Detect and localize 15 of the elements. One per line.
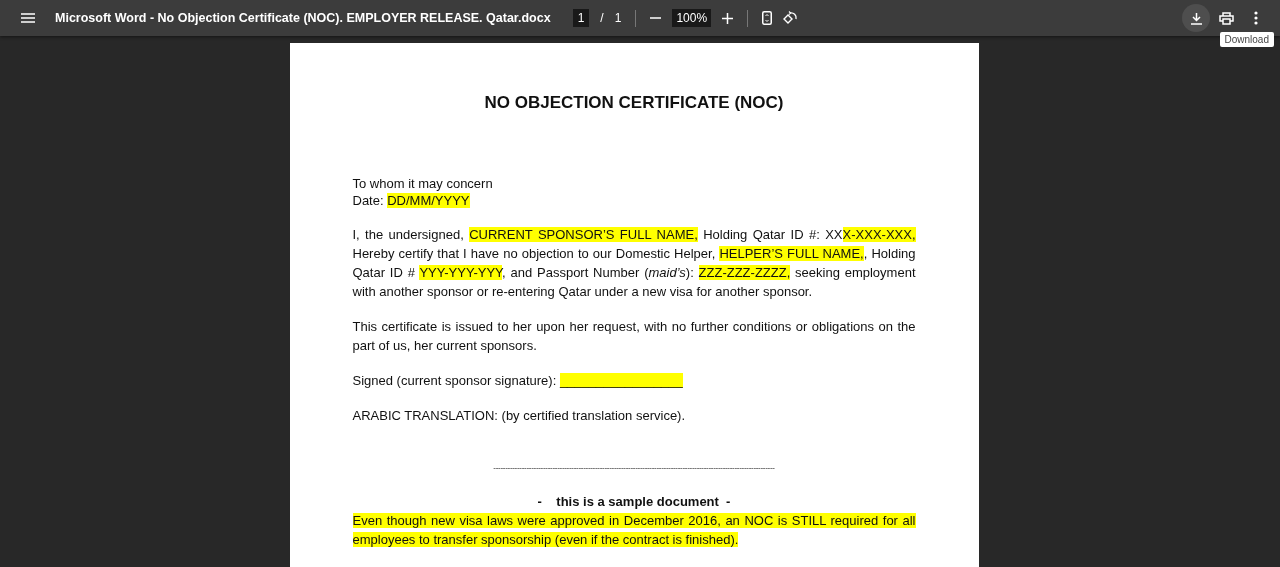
dashed-rule: -----------------------------------------------------------------------------------------------------------------------: [492, 463, 776, 472]
sample-note: - this is a sample document -: [536, 493, 732, 511]
document-heading: NO OBJECTION CERTIFICATE (NOC): [483, 93, 785, 113]
paragraph: This certificate is issued to her upon her request, with no further conditions or obligations on the part of us, her current sponsors.: [352, 318, 916, 355]
paragraph: ARABIC TRANSLATION: (by certified translation service).: [352, 407, 687, 425]
text-line: Date: DD/MM/YYYY: [352, 192, 471, 209]
page-number-field[interactable]: 1: [572, 9, 590, 27]
signature-line: Signed (current sponsor signature): _________________: [352, 372, 684, 390]
tooltip: Download: [1219, 32, 1274, 47]
document-title: Microsoft Word - No Objection Certificate (NOC). EMPLOYER RELEASE. Qatar.docx: [55, 11, 551, 25]
page-separator: /: [600, 11, 604, 25]
paragraph: Even though new visa laws were approved in December 2016, an NOC is STILL required for all employees to transfer sponsorship (even if the contract is finished).: [352, 512, 916, 549]
page-total: 1: [614, 11, 622, 25]
text-line: To whom it may concern: [352, 175, 494, 192]
zoom-field[interactable]: 100%: [672, 9, 712, 27]
